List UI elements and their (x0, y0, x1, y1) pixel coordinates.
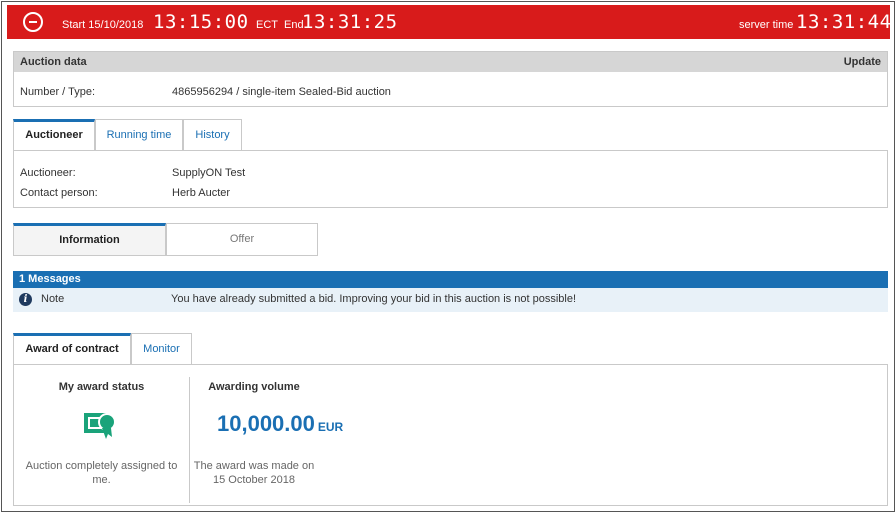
contact-label: Contact person: (20, 187, 98, 199)
tab-auctioneer[interactable]: Auctioneer (13, 119, 95, 150)
awarding-volume-title: Awarding volume (208, 381, 300, 393)
number-type-value: 4865956294 / single-item Sealed-Bid auct… (172, 86, 391, 98)
server-time: 13:31:44 (796, 11, 892, 33)
award-certificate-icon (84, 413, 116, 439)
end-time: 13:31:25 (302, 11, 398, 33)
auction-data-header: Auction data Update (14, 52, 887, 72)
update-link[interactable]: Update (844, 52, 881, 72)
number-type-label: Number / Type: (20, 86, 95, 98)
awarding-amount: 10,000.00 EUR (217, 411, 343, 437)
award-status-title: My award status (58, 381, 145, 393)
award-status-text-2: me. (92, 474, 111, 486)
award-date-text-2: 15 October 2018 (213, 474, 295, 486)
start-time: 13:15:00 (153, 11, 249, 33)
auction-timer-bar: Start 15/10/2018 13:15:00 ECT End 13:31:… (7, 5, 892, 39)
award-panel: My award status Auction completely assig… (13, 364, 888, 506)
contact-value: Herb Aucter (172, 187, 231, 199)
start-label: Start 15/10/2018 (62, 19, 144, 31)
award-status-text-1: Auction completely assigned to (25, 460, 178, 472)
message-note-row: i Note You have already submitted a bid.… (13, 288, 888, 312)
auctioneer-panel: Auctioneer: SupplyON Test Contact person… (13, 150, 888, 208)
amount-currency: EUR (317, 420, 344, 434)
tab-running-time[interactable]: Running time (95, 119, 183, 150)
tab-offer[interactable]: Offer (166, 223, 318, 256)
stop-circle-icon[interactable] (23, 12, 43, 32)
info-icon: i (19, 293, 32, 306)
auction-data-panel: Auction data Update Number / Type: 48659… (13, 51, 888, 107)
end-label: End (284, 19, 304, 31)
start-zone: ECT (256, 19, 278, 31)
tab-award-of-contract[interactable]: Award of contract (13, 333, 131, 364)
server-time-label: server time (739, 19, 794, 31)
auctioneer-value: SupplyON Test (172, 167, 246, 179)
tab-monitor[interactable]: Monitor (131, 333, 192, 364)
tab-information[interactable]: Information (13, 223, 166, 256)
note-text: You have already submitted a bid. Improv… (171, 293, 576, 305)
amount-value: 10,000.00 (217, 411, 315, 436)
note-label: Note (41, 293, 65, 305)
tab-history[interactable]: History (183, 119, 242, 150)
auction-data-title: Auction data (20, 56, 87, 68)
auctioneer-label: Auctioneer: (20, 167, 76, 179)
messages-header: 1 Messages (13, 271, 888, 288)
award-date-text-1: The award was made on (193, 460, 315, 472)
